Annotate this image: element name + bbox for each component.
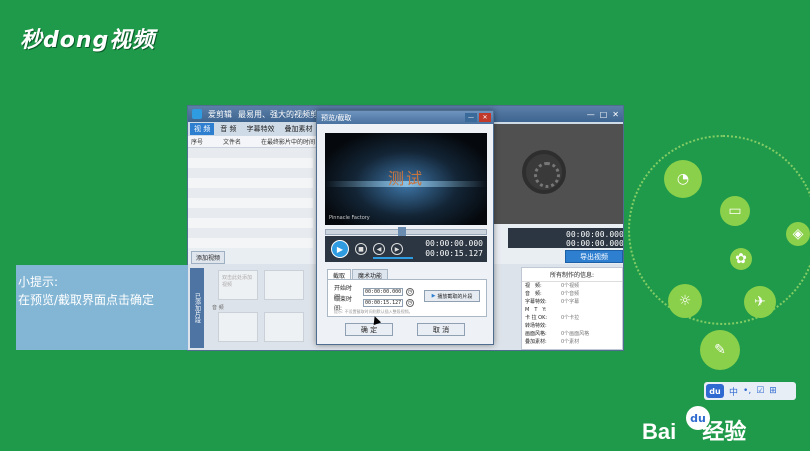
end-time-field[interactable]: 00:00:15.127: [363, 299, 403, 307]
info-row: M T Y:: [525, 307, 547, 313]
info-row: 音 频: 0个音频: [525, 291, 580, 297]
info-row: 字幕特效: 0个字幕: [525, 299, 580, 305]
info-row: 视 频: 0个视频: [525, 283, 580, 289]
info-row: 转场特效:: [525, 323, 547, 329]
dialog-titlebar: 预览/截取 — ✕: [317, 111, 493, 124]
deco-node-2: ▭: [720, 196, 750, 226]
tab-overlay[interactable]: 叠加素材: [280, 123, 316, 135]
cut-panel: 开始时间: 00:00:00.000 ◷ 结束时间: 00:00:15.127 …: [327, 279, 487, 317]
audio-track-label: 音 频: [212, 305, 224, 311]
deco-node-1: ◔: [664, 160, 702, 198]
clip-slot[interactable]: [264, 270, 304, 300]
add-video-button[interactable]: 添加视频: [191, 251, 226, 264]
cancel-button[interactable]: 取 消: [417, 323, 465, 336]
tab-subtitle[interactable]: 字幕特效: [242, 123, 278, 135]
deco-node-3: ☼: [668, 284, 702, 318]
deco-node-6: ✿: [730, 248, 752, 270]
clip-slot[interactable]: 双击此处添加视频: [218, 270, 258, 300]
clip-sidebar: 已添加片段: [190, 268, 204, 348]
watermark-logo: 秒dong视频: [20, 28, 156, 53]
clip-slot[interactable]: [218, 312, 258, 342]
film-reel-icon: [522, 150, 566, 194]
info-row: 叠加素材: 0个素材: [525, 339, 580, 345]
info-row: 画面风格: 0个画面风格: [525, 331, 590, 337]
ok-button[interactable]: 确 定: [345, 323, 393, 336]
main-time-total: 00:00:00.000: [566, 239, 624, 248]
dialog-close-icon[interactable]: ✕: [479, 113, 491, 122]
time-total: 00:00:15.127: [425, 249, 483, 258]
stop-button[interactable]: ■: [355, 243, 367, 255]
col-index: 序号: [191, 139, 204, 146]
dialog-title: 预览/截取: [321, 113, 352, 122]
clock-icon[interactable]: ◷: [406, 299, 414, 307]
app-logo-icon: [192, 109, 202, 119]
clip-slot[interactable]: [264, 312, 304, 342]
du-item[interactable]: ☑: [756, 386, 764, 396]
tip-text: 在预览/截取界面点击确定: [18, 293, 155, 307]
tip-title: 小提示:: [18, 275, 59, 289]
video-list[interactable]: [188, 148, 313, 248]
preview-cut-dialog: 预览/截取 — ✕ 测试 Pinnacle Factory ▶ ■ ◀ ▶ 00…: [316, 110, 494, 345]
info-panel: 所有制作的信息: 视 频: 0个视频 音 频: 0个音频 字幕特效: 0个字幕 M T…: [521, 267, 623, 350]
video-preview: 测试 Pinnacle Factory: [325, 133, 487, 225]
col-time: 在最终影片中的时间: [261, 139, 316, 146]
export-video-button[interactable]: 导出视频: [565, 250, 623, 263]
next-frame-button[interactable]: ▶: [391, 243, 403, 255]
tab-video[interactable]: 视 频: [190, 123, 215, 135]
seek-bar[interactable]: [325, 227, 487, 237]
baidu-brand-text: Bai: [642, 419, 677, 444]
du-item[interactable]: 中: [729, 385, 738, 398]
time-current: 00:00:00.000: [425, 239, 483, 248]
deco-node-4: ✈: [744, 286, 776, 318]
video-brand: Pinnacle Factory: [329, 215, 370, 221]
info-header: 所有制作的信息:: [522, 268, 622, 282]
close-icon[interactable]: ✕: [612, 110, 619, 119]
du-item[interactable]: ⊞: [769, 386, 777, 396]
dialog-control-bar: ▶ ■ ◀ ▶ 00:00:00.000 00:00:15.127: [325, 236, 487, 262]
main-time-readout: 00:00:00.000 00:00:00.000: [566, 230, 624, 248]
info-row: 卡 拉 OK: 0个卡拉: [525, 315, 580, 321]
video-title-text: 测试: [387, 169, 424, 188]
dialog-minimize-icon[interactable]: —: [465, 113, 477, 122]
play-cut-button[interactable]: ▶ 播放截取的片段: [424, 290, 480, 302]
dialog-time-readout: 00:00:00.000 00:00:15.127: [425, 239, 483, 259]
play-button[interactable]: ▶: [331, 240, 349, 258]
clip-slot-label: 双击此处添加视频: [222, 275, 253, 288]
tip-overlay: 小提示: 在预览/截取界面点击确定: [16, 265, 188, 350]
minimize-icon[interactable]: —: [587, 110, 595, 119]
deco-node-5: ✎: [700, 330, 740, 370]
main-time-current: 00:00:00.000: [566, 230, 624, 239]
prev-frame-button[interactable]: ◀: [373, 243, 385, 255]
volume-slider[interactable]: [373, 257, 413, 259]
play-icon: ▶: [431, 293, 436, 299]
baidu-paw-icon: du: [686, 406, 710, 430]
maximize-icon[interactable]: □: [600, 110, 608, 119]
tab-audio[interactable]: 音 频: [216, 123, 240, 135]
play-cut-label: 播放截取的片段: [437, 293, 473, 300]
app-title: 爱剪辑: [208, 109, 232, 119]
col-filename: 文件名: [223, 139, 242, 146]
deco-node-7: ◈: [786, 222, 810, 246]
du-toolbar: du 中 •, ☑ ⊞: [704, 382, 796, 400]
window-buttons: — □ ✕: [587, 110, 623, 119]
cut-hint: 提示: 不设置截取时间则默认插入整段视频。: [334, 309, 413, 314]
deco-ring: [628, 135, 810, 325]
du-logo: du: [706, 384, 724, 398]
du-item[interactable]: •,: [743, 386, 751, 396]
